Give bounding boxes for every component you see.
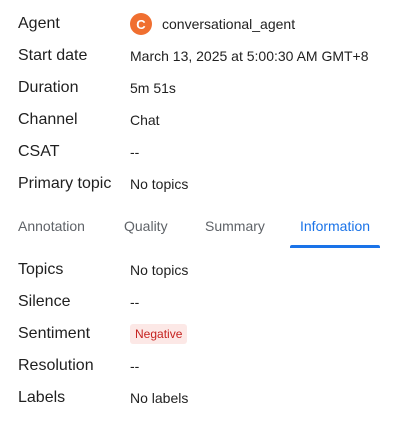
labels-label: Labels (18, 389, 66, 406)
tab-summary-label: Summary (205, 218, 265, 234)
tab-quality-label: Quality (124, 218, 168, 234)
silence-label: Silence (18, 293, 71, 310)
csat-label: CSAT (18, 143, 60, 160)
duration-label: Duration (18, 79, 79, 96)
tab-information-label: Information (300, 218, 371, 234)
start-date-label: Start date (18, 47, 88, 64)
sentiment-label: Sentiment (18, 325, 91, 342)
csat-value: -- (130, 144, 140, 160)
details-tabs: Annotation Quality Summary Information (0, 206, 413, 248)
sentiment-value: Negative (130, 324, 188, 344)
silence-value: -- (130, 294, 140, 310)
tab-quality[interactable]: Quality (124, 206, 168, 246)
sentiment-badge: Negative (130, 324, 188, 344)
resolution-value: -- (130, 358, 140, 374)
tab-information[interactable]: Information (290, 206, 381, 248)
agent-avatar: C (130, 13, 152, 35)
agent-name: conversational_agent (162, 16, 296, 32)
channel-value: Chat (130, 112, 160, 128)
start-date-value: March 13, 2025 at 5:00:30 AM GMT+8 (130, 48, 369, 64)
tab-annotation-label: Annotation (18, 218, 85, 234)
tab-summary[interactable]: Summary (205, 206, 265, 246)
active-tab-indicator (290, 245, 381, 248)
resolution-label: Resolution (18, 357, 94, 374)
conversation-details-panel: Agent C conversational_agent Start date … (0, 0, 413, 431)
channel-label: Channel (18, 111, 78, 128)
agent-value: C conversational_agent (130, 13, 295, 35)
topics-label: Topics (18, 261, 64, 278)
primary-topic-value: No topics (130, 176, 189, 192)
agent-label: Agent (18, 15, 60, 32)
primary-topic-label: Primary topic (18, 175, 112, 192)
labels-value: No labels (130, 390, 189, 406)
duration-value: 5m 51s (130, 80, 176, 96)
tab-annotation[interactable]: Annotation (18, 206, 85, 246)
topics-value: No topics (130, 262, 189, 278)
